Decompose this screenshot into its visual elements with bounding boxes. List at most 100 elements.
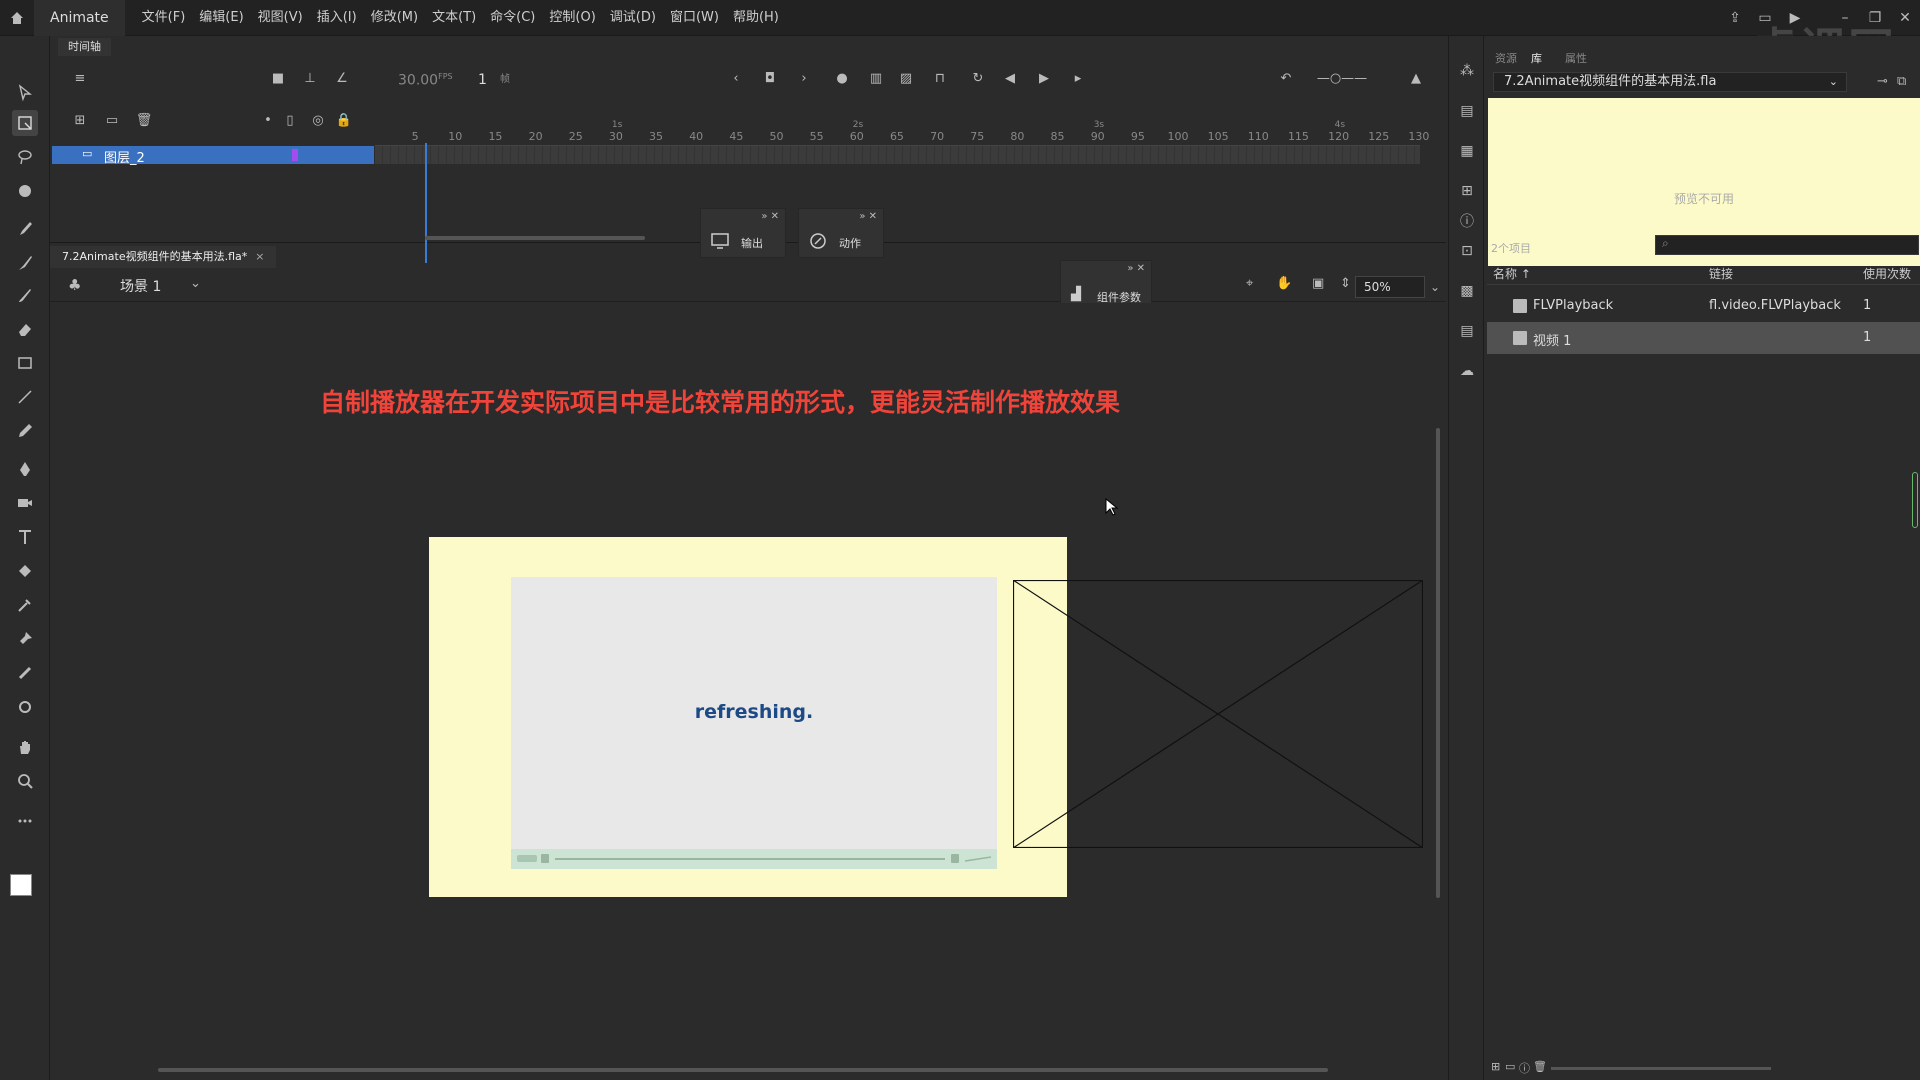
assets-icon[interactable]: ☁ xyxy=(1458,362,1476,380)
insert-keyframe-icon[interactable]: ◘ xyxy=(760,68,780,88)
library-item-flvplayback[interactable]: FLVPlayback fl.video.FLVPlayback 1 xyxy=(1487,290,1920,322)
fluid-brush-tool-icon[interactable] xyxy=(12,282,38,308)
info-icon[interactable]: ⓘ xyxy=(1458,212,1476,230)
layer-color-tag[interactable] xyxy=(292,149,298,161)
menu-insert[interactable]: 插入(I) xyxy=(310,0,364,36)
lasso-tool-icon[interactable] xyxy=(12,144,38,170)
frame-span-icon[interactable]: ⊓ xyxy=(930,68,950,88)
horizontal-scrollbar[interactable] xyxy=(158,1068,1328,1072)
pin-icon[interactable]: ⊸ xyxy=(1877,74,1888,89)
timeline-zoom-slider[interactable]: —○—— xyxy=(1312,68,1372,88)
share-icon[interactable]: ⇪ xyxy=(1720,0,1750,36)
step-back-icon[interactable]: ◀ xyxy=(1000,68,1020,88)
components-icon[interactable]: ⊞ xyxy=(1458,182,1476,200)
clip-icon[interactable]: ▣ xyxy=(1312,276,1324,291)
edit-scene-icon[interactable]: ♣ xyxy=(68,276,81,294)
camera-tool-icon[interactable] xyxy=(12,490,38,516)
chevron-down-icon[interactable]: ⌄ xyxy=(1829,73,1838,91)
camera-icon[interactable]: ■ xyxy=(268,68,288,88)
timeline-tab[interactable]: 时间轴 xyxy=(58,38,111,56)
library-search-input[interactable]: ⌕ xyxy=(1655,235,1919,255)
output-panel-controls[interactable]: » ✕ xyxy=(761,211,779,222)
properties-icon[interactable]: ⓘ xyxy=(1519,1060,1530,1076)
outline-icon[interactable]: ▯ xyxy=(280,110,300,130)
document-tab[interactable]: 7.2Animate视频组件的基本用法.fla* × xyxy=(50,246,277,268)
menu-edit[interactable]: 编辑(E) xyxy=(192,0,250,36)
column-name[interactable]: 名称 ↑ xyxy=(1493,265,1531,282)
layers-icon[interactable]: ≡ xyxy=(70,68,90,88)
frames-area[interactable]: 5 10 15 20 25 30 35 40 45 50 55 60 65 70 75 80 85 90 95 100… xyxy=(375,102,1429,182)
menu-view[interactable]: 视图(V) xyxy=(251,0,310,36)
loop-icon[interactable]: ↻ xyxy=(968,68,988,88)
play-icon[interactable]: ▶ xyxy=(1034,68,1054,88)
tab-properties[interactable]: 属性 xyxy=(1565,50,1587,66)
edit-multiple-frames-icon[interactable]: ▥ xyxy=(866,68,886,88)
zoom-select[interactable]: 50% ⌄ xyxy=(1355,276,1440,298)
eyedropper-tool-icon[interactable] xyxy=(12,592,38,618)
library-document-select[interactable]: 7.2Animate视频组件的基本用法.fla ⌄ xyxy=(1493,72,1847,92)
new-layer-icon[interactable]: ⊞ xyxy=(70,110,90,130)
library-item-video[interactable]: 视频 1 1 xyxy=(1487,322,1920,354)
motion-presets-icon[interactable]: ⁂ xyxy=(1458,62,1476,80)
column-linkage[interactable]: 链接 xyxy=(1709,265,1733,282)
zoom-stepper[interactable]: ⇕ xyxy=(1340,276,1351,291)
playhead[interactable] xyxy=(425,143,427,263)
zoom-tool-icon[interactable] xyxy=(12,768,38,794)
delete-icon[interactable]: 🗑 xyxy=(1533,1060,1547,1073)
line-tool-icon[interactable] xyxy=(12,384,38,410)
mountain-icon[interactable]: ▲ xyxy=(1406,68,1426,88)
visibility-icon[interactable]: ◎ xyxy=(308,110,328,130)
output-panel[interactable]: » ✕ 输出 xyxy=(700,208,786,258)
lock-icon[interactable]: 🔒 xyxy=(334,110,354,130)
close-tab-icon[interactable]: × xyxy=(255,250,264,263)
selection-tool-icon[interactable] xyxy=(12,80,38,106)
zoom-dropdown-icon[interactable]: ⌄ xyxy=(1430,277,1440,297)
color-icon[interactable]: ▩ xyxy=(1458,282,1476,300)
frame-strip[interactable] xyxy=(375,146,1420,164)
align-icon[interactable]: ▤ xyxy=(1458,322,1476,340)
rectangle-tool-icon[interactable] xyxy=(12,350,38,376)
actions-panel[interactable]: » ✕ 动作 xyxy=(798,208,884,258)
stage[interactable]: refreshing. xyxy=(429,537,1067,897)
text-tool-icon[interactable] xyxy=(12,524,38,550)
actions-panel-controls[interactable]: » ✕ xyxy=(859,211,877,222)
layer-name[interactable]: 图层_2 xyxy=(104,147,145,166)
paint-brush-tool-icon[interactable] xyxy=(12,216,38,242)
tab-library[interactable]: 库 xyxy=(1531,50,1542,66)
hand-tool-icon[interactable] xyxy=(12,734,38,760)
swatches-icon[interactable]: ▦ xyxy=(1458,142,1476,160)
rotate-stage-icon[interactable]: ✋ xyxy=(1276,276,1292,291)
undo-icon[interactable]: ↶ xyxy=(1276,68,1296,88)
menu-window[interactable]: 窗口(W) xyxy=(663,0,726,36)
layer-row[interactable]: ▭ 图层_2 xyxy=(52,146,374,166)
menu-modify[interactable]: 修改(M) xyxy=(364,0,425,36)
library-icon[interactable]: ▤ xyxy=(1458,102,1476,120)
tween-icon[interactable]: ▨ xyxy=(896,68,916,88)
onion-skin-icon[interactable]: ● xyxy=(832,68,852,88)
player-controls[interactable] xyxy=(511,849,997,869)
library-horizontal-scrollbar[interactable] xyxy=(1551,1067,1771,1070)
timeline-scrollbar[interactable] xyxy=(425,236,645,240)
pin-tool-icon[interactable] xyxy=(12,626,38,652)
time-ruler[interactable]: 5 10 15 20 25 30 35 40 45 50 55 60 65 70 75 80 85 90 95 100… xyxy=(375,120,1429,146)
new-folder-icon[interactable]: ▭ xyxy=(102,110,122,130)
menu-file[interactable]: 文件(F) xyxy=(135,0,193,36)
pen-tool-icon[interactable] xyxy=(12,456,38,482)
menu-debug[interactable]: 调试(D) xyxy=(603,0,663,36)
scene-label[interactable]: 场景 1 xyxy=(120,276,161,296)
tab-assets[interactable]: 资源 xyxy=(1495,50,1517,66)
new-folder-icon[interactable]: ▭ xyxy=(1505,1060,1515,1073)
menu-text[interactable]: 文本(T) xyxy=(425,0,483,36)
free-transform-tool-icon[interactable] xyxy=(12,110,38,136)
pasteboard[interactable]: 自制播放器在开发实际项目中是比较常用的形式，更能灵活制作播放效果 refresh… xyxy=(50,303,1446,1080)
transform-icon[interactable]: ⊡ xyxy=(1458,242,1476,260)
new-symbol-icon[interactable]: ⊞ xyxy=(1491,1060,1500,1073)
menu-help[interactable]: 帮助(H) xyxy=(726,0,786,36)
fill-color-swatch[interactable] xyxy=(10,874,32,896)
column-use-count[interactable]: 使用次数 xyxy=(1863,265,1911,282)
fps-value[interactable]: 30.00FPS xyxy=(398,72,453,89)
video-placeholder[interactable] xyxy=(1013,580,1423,848)
rotate-tool-icon[interactable] xyxy=(12,694,38,720)
delete-icon[interactable]: 🗑 xyxy=(134,110,154,130)
menu-control[interactable]: 控制(O) xyxy=(542,0,602,36)
